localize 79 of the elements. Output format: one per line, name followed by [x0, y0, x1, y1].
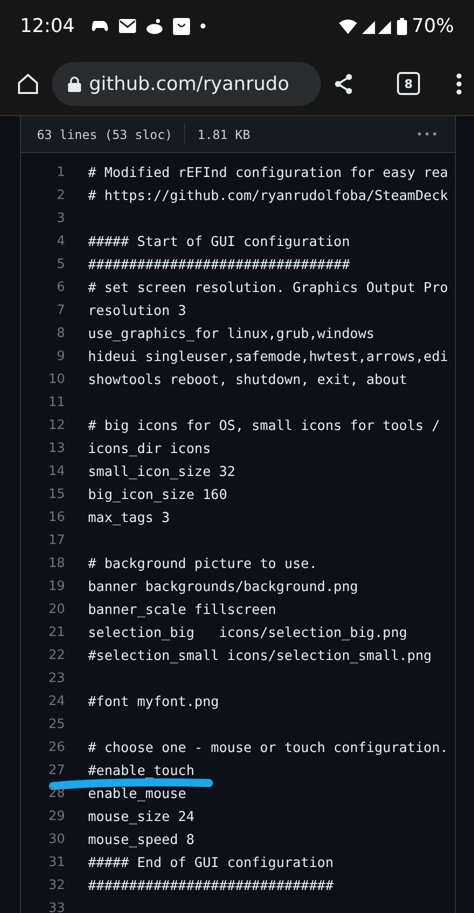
code-line: #enable_touch [88, 762, 194, 778]
line-number: 2 [56, 188, 65, 203]
line-number: 8 [56, 326, 65, 341]
line-number: 26 [47, 740, 65, 755]
line-number: 22 [47, 648, 65, 663]
code-line: # set screen resolution. Graphics Output Pro [88, 280, 448, 296]
code-line: ##### End of GUI configuration [88, 854, 334, 870]
code-line: banner backgrounds/background.png [88, 578, 358, 594]
clock-time: 12:04 [20, 15, 75, 37]
code-line: enable_mouse [88, 786, 186, 802]
line-number: 18 [47, 556, 65, 571]
line-number: 27 [47, 763, 65, 778]
line-number: 21 [47, 625, 65, 640]
game-controller-icon [90, 19, 109, 33]
code-line: mouse_speed 8 [88, 832, 194, 848]
line-number: 20 [47, 602, 65, 617]
line-number: 30 [47, 832, 65, 847]
dot-icon [200, 23, 206, 29]
line-number: 19 [47, 579, 65, 594]
more-options-button[interactable]: ••• [416, 128, 439, 140]
line-number: 13 [47, 441, 65, 456]
code-line: # https://github.com/ryanrudolfoba/SteamDeck [88, 188, 448, 204]
file-size: 1.81 KB [197, 126, 250, 142]
more-menu-icon[interactable] [456, 72, 462, 94]
code-line: showtools reboot, shutdown, exit, about [88, 372, 408, 388]
code-line: resolution 3 [88, 302, 186, 318]
code-line: ############################## [88, 878, 334, 894]
line-number: 23 [47, 671, 65, 686]
line-number: 10 [47, 372, 65, 387]
code-line: icons_dir icons [88, 440, 211, 456]
line-number: 11 [47, 395, 65, 410]
code-line: banner_scale fillscreen [88, 602, 276, 618]
code-line: big_icon_size 160 [88, 486, 228, 502]
code-line: mouse_size 24 [88, 808, 194, 824]
signal-icon [362, 18, 392, 34]
code-line: ##### Start of GUI configuration [88, 234, 350, 250]
line-number: 24 [47, 694, 65, 709]
line-number: 29 [47, 809, 65, 824]
code-line: # big icons for OS, small icons for tools / [88, 418, 440, 434]
line-number: 1 [56, 165, 65, 180]
line-number: 16 [47, 510, 65, 525]
code-line: small_icon_size 32 [88, 464, 236, 480]
line-number: 31 [47, 855, 65, 870]
line-number: 3 [56, 211, 65, 226]
line-number: 9 [56, 349, 65, 364]
code-line: max_tags 3 [88, 510, 170, 526]
line-number: 12 [47, 418, 65, 433]
code-line: # background picture to use. [88, 556, 318, 572]
line-number: 32 [47, 878, 65, 893]
line-number: 7 [56, 303, 65, 318]
line-number: 15 [47, 487, 65, 502]
tab-switcher-button[interactable]: 8 [397, 72, 420, 95]
mail-icon [118, 19, 136, 33]
line-number: 4 [56, 234, 65, 249]
code-line: use_graphics_for linux,grub,windows [88, 326, 374, 342]
shopping-bag-icon [172, 18, 190, 34]
line-count: 63 lines (53 sloc) [37, 126, 172, 142]
line-number: 14 [47, 464, 65, 479]
line-number: 28 [47, 786, 65, 801]
code-line: # choose one - mouse or touch configuration. [88, 740, 448, 756]
address-bar[interactable]: github.com/ryanrudo [52, 62, 321, 106]
home-icon[interactable] [16, 72, 40, 96]
code-line: hideui singleuser,safemode,hwtest,arrows,edi [88, 348, 448, 364]
url-text: github.com/ryanrudo [89, 72, 290, 94]
lock-icon [68, 76, 81, 92]
line-number: 5 [56, 257, 65, 272]
line-number: 17 [47, 533, 65, 548]
battery-percent: 70% [412, 15, 454, 37]
battery-icon [396, 18, 407, 34]
code-line: selection_big icons/selection_big.png [88, 624, 408, 640]
line-number: 25 [47, 717, 65, 732]
code-line: ################################ [88, 256, 350, 272]
code-line: #font myfont.png [88, 694, 219, 710]
wifi-icon [338, 18, 357, 34]
code-line: #selection_small icons/selection_small.png [88, 648, 432, 664]
code-line: # Modified rEFInd configuration for easy rea [88, 164, 448, 180]
share-icon[interactable] [333, 72, 355, 94]
line-number: 6 [56, 280, 65, 295]
line-number: 33 [47, 901, 65, 913]
